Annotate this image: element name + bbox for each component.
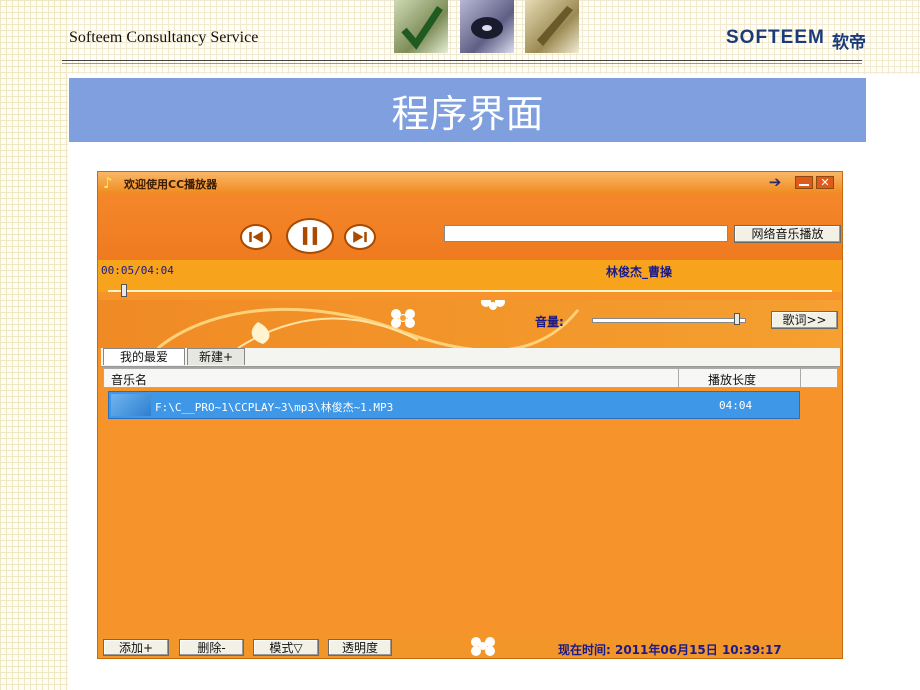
music-note-icon: ♪ (103, 174, 113, 192)
previous-track-button[interactable] (240, 224, 272, 250)
info-strip (98, 260, 842, 292)
add-button[interactable]: 添加+ (103, 639, 169, 656)
window-titlebar[interactable]: ♪ 欢迎使用CC播放器 ➔ ✕ (98, 172, 842, 194)
company-name: Softeem Consultancy Service (69, 29, 259, 46)
minimize-button[interactable] (795, 176, 813, 189)
delete-button[interactable]: 删除- (179, 639, 244, 656)
pen-image-icon (525, 0, 579, 53)
progress-track[interactable] (108, 290, 832, 292)
brand-logo: SOFTEEM (726, 27, 825, 48)
disc-image-icon (460, 0, 514, 53)
transparency-button[interactable]: 透明度 (328, 639, 392, 656)
check-image-icon (394, 0, 448, 53)
player-window: ♪ 欢迎使用CC播放器 ➔ ✕ 网络音乐播放 00:05/04:04 林俊杰_曹… (97, 171, 843, 659)
url-input[interactable] (444, 225, 728, 242)
volume-slider-handle[interactable] (734, 313, 740, 325)
tab-favorites[interactable]: 我的最爱 (103, 348, 185, 365)
current-time: 现在时间: 2011年06月15日 10:39:17 (558, 643, 782, 657)
arrow-icon[interactable]: ➔ (763, 175, 787, 190)
track-path: F:\C__PRO~1\CCPLAY~3\mp3\林俊杰~1.MP3 (155, 401, 394, 414)
brand-logo-cn: 软帝 (832, 33, 866, 53)
playlist-row[interactable]: F:\C__PRO~1\CCPLAY~3\mp3\林俊杰~1.MP3 04:04 (108, 391, 800, 419)
progress-slider-handle[interactable] (121, 284, 127, 297)
slide-title: 程序界面 (391, 91, 544, 136)
header-divider-secondary (62, 63, 862, 64)
lyrics-button[interactable]: 歌词>> (771, 311, 838, 329)
volume-track[interactable] (592, 318, 746, 323)
playlist-header: 音乐名 播放长度 (103, 368, 838, 388)
header-divider (62, 60, 862, 61)
pause-button[interactable] (286, 218, 334, 254)
track-thumbnail-icon (111, 394, 151, 416)
decorative-banner (98, 300, 842, 348)
column-header-name[interactable]: 音乐名 (111, 371, 147, 388)
volume-label: 音量: (535, 315, 564, 329)
close-button[interactable]: ✕ (816, 176, 834, 189)
current-track-title: 林俊杰_曹操 (606, 265, 673, 279)
column-header-duration[interactable]: 播放长度 (708, 371, 756, 388)
column-divider (678, 369, 679, 387)
slide-left-background (0, 0, 68, 690)
network-music-button[interactable]: 网络音乐播放 (734, 225, 841, 243)
window-title: 欢迎使用CC播放器 (124, 178, 218, 191)
track-duration: 04:04 (719, 399, 753, 412)
slide-title-bar: 程序界面 (69, 78, 866, 142)
next-track-button[interactable] (344, 224, 376, 250)
mode-button[interactable]: 模式▽ (253, 639, 319, 656)
tab-new[interactable]: 新建+ (187, 348, 245, 365)
column-divider (800, 369, 801, 387)
playback-time: 00:05/04:04 (101, 264, 174, 277)
